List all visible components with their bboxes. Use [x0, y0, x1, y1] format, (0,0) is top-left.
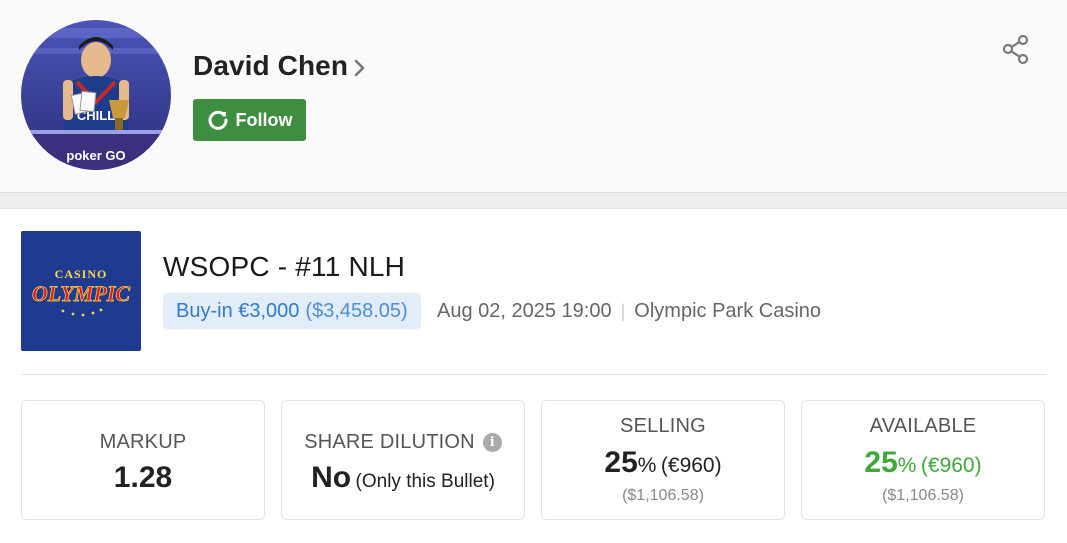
share-dilution-label: SHARE DILUTION: [304, 431, 475, 453]
player-name-link[interactable]: David Chen: [193, 50, 366, 82]
player-photo: CHILL poker GO: [21, 20, 171, 170]
meta-separator: |: [620, 301, 626, 321]
markup-label: MARKUP: [99, 431, 187, 453]
info-icon[interactable]: i: [482, 433, 502, 452]
follow-label: Follow: [235, 109, 293, 130]
share-dilution-note: (Only this Bullet): [355, 471, 495, 492]
available-eur: (€960): [920, 454, 982, 477]
follow-button[interactable]: Follow: [193, 99, 306, 141]
available-usd: ($1,106.58): [882, 487, 964, 504]
buyin-badge: Buy-in €3,000 ($3,458.05): [163, 293, 421, 329]
selling-eur: (€960): [660, 454, 722, 477]
available-label: AVAILABLE: [869, 415, 977, 437]
selling-stat: SELLING 25% (€960) ($1,106.58): [541, 400, 785, 520]
available-percent-line: 25% (€960): [802, 446, 1044, 480]
logo-casino-text: CASINO: [55, 267, 108, 281]
casino-olympic-logo: CASINO OLYMPIC: [21, 231, 141, 351]
selling-percent: 25: [604, 446, 638, 479]
event-title: WSOPC - #11 NLH: [163, 251, 406, 282]
share-icon: [1002, 34, 1029, 65]
event-datetime: Aug 02, 2025 19:00: [437, 300, 612, 322]
section-divider: [21, 374, 1046, 375]
player-profile-card: CHILL poker GO David Chen Follow: [0, 0, 1067, 193]
chevron-right-icon: [354, 59, 365, 76]
refresh-icon: [208, 110, 228, 130]
event-card: CASINO OLYMPIC WSOPC - #11 NLH Buy-in €3…: [0, 208, 1067, 543]
selling-usd: ($1,106.58): [622, 487, 704, 504]
casino-logo: CASINO OLYMPIC: [21, 231, 141, 351]
share-dilution-value-line: No (Only this Bullet): [282, 461, 524, 495]
available-stat: AVAILABLE 25% (€960) ($1,106.58): [801, 400, 1045, 520]
player-name: David Chen: [193, 50, 349, 81]
markup-stat: MARKUP 1.28: [21, 400, 265, 520]
available-percent-sign: %: [897, 454, 917, 477]
player-avatar[interactable]: CHILL poker GO: [21, 20, 171, 170]
selling-percent-sign: %: [637, 454, 657, 477]
selling-label: SELLING: [620, 415, 706, 437]
markup-value: 1.28: [113, 461, 173, 494]
share-dilution-header: SHARE DILUTION i: [282, 431, 524, 454]
selling-percent-line: 25% (€960): [542, 446, 784, 480]
share-dilution-value: No: [311, 461, 352, 494]
share-dilution-stat: SHARE DILUTION i No (Only this Bullet): [281, 400, 525, 520]
buyin-eur: Buy-in €3,000: [176, 299, 300, 322]
available-percent: 25: [864, 446, 898, 479]
share-button[interactable]: [1000, 33, 1032, 65]
avatar-caption: poker GO: [66, 148, 125, 163]
buyin-usd: ($3,458.05): [305, 299, 408, 322]
logo-olympic-text: OLYMPIC: [32, 281, 131, 306]
event-venue[interactable]: Olympic Park Casino: [634, 300, 821, 323]
event-meta: Aug 02, 2025 19:00 | Olympic Park Casino: [437, 300, 821, 323]
